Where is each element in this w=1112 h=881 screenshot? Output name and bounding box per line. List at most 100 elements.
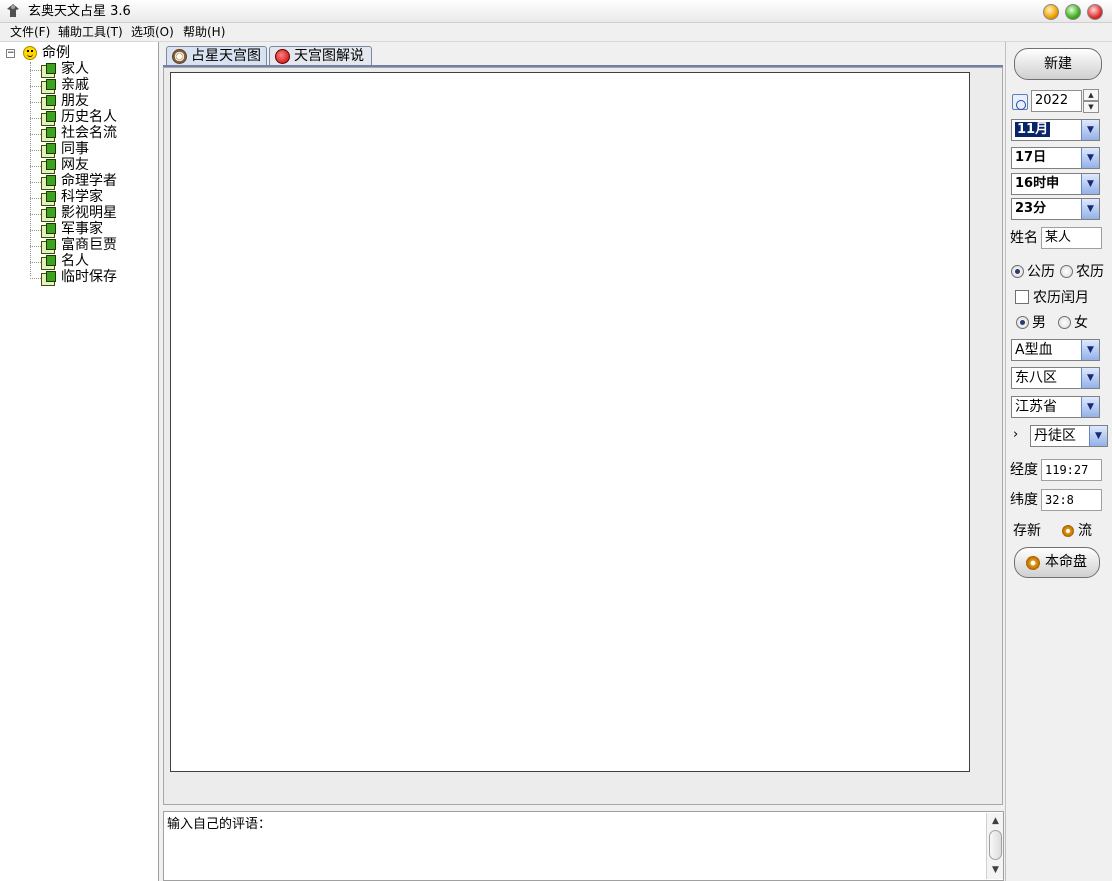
year-input[interactable]: 2022 [1031,90,1082,112]
tree-connector-line [30,278,41,279]
tree-connector-line [30,182,41,183]
province-value: 江苏省 [1015,399,1057,415]
province-select[interactable]: 江苏省 ▼ [1011,396,1100,418]
tree-item-label: 家人 [61,61,89,77]
natal-chart-label: 本命盘 [1045,554,1087,570]
timezone-value: 东八区 [1015,370,1057,386]
menu-options[interactable]: 选项(O) [131,24,174,41]
collapse-icon[interactable]: − [6,49,15,58]
name-label: 姓名 [1010,230,1038,246]
chevron-down-icon[interactable]: ▼ [1081,120,1099,140]
folder-icon [41,207,56,222]
tree-item-label: 命理学者 [61,173,117,189]
gear-icon [1062,525,1074,537]
month-value: 11月 [1013,121,1052,138]
tree-root-label: 命例 [42,45,70,61]
solar-calendar-radio[interactable] [1011,265,1024,278]
chevron-down-icon[interactable]: ▼ [1081,174,1099,194]
folder-icon [41,271,56,286]
tree-item-label: 网友 [61,157,89,173]
tab-chart-interpretation[interactable]: 天宫图解说 [269,46,372,66]
male-radio[interactable] [1016,316,1029,329]
blood-type-select[interactable]: A型血 ▼ [1011,339,1100,361]
lunar-calendar-radio[interactable] [1060,265,1073,278]
longitude-input[interactable]: 119:27 [1041,459,1102,481]
tree-connector-line [30,70,41,71]
tree-item-label: 历史名人 [61,109,117,125]
tree-connector-line [30,62,31,276]
tab-label: 占星天宫图 [191,48,261,64]
chevron-down-icon[interactable]: ▼ [1081,397,1099,417]
tab-horoscope-chart[interactable]: 占星天宫图 [166,46,267,66]
menu-file[interactable]: 文件(F) [10,24,50,41]
district-select[interactable]: 丹徒区 ▼ [1030,425,1108,447]
tree-item-label: 社会名流 [61,125,117,141]
window-title: 玄奥天文占星 3.6 [28,4,131,19]
folder-icon [41,127,56,142]
chevron-down-icon[interactable]: ▼ [1081,340,1099,360]
tree-item-label: 同事 [61,141,89,157]
hour-select[interactable]: 16时申 ▼ [1011,173,1100,195]
tree-item-label: 富商巨贾 [61,237,117,253]
tree-connector-line [30,118,41,119]
chevron-down-icon[interactable]: ▼ [1081,199,1099,219]
tree-connector-line [30,102,41,103]
female-radio[interactable] [1058,316,1071,329]
calendar-icon[interactable] [1012,94,1028,110]
leap-month-checkbox[interactable] [1015,290,1029,304]
folder-icon [41,239,56,254]
menu-help[interactable]: 帮助(H) [183,24,225,41]
chevron-down-icon[interactable]: ▼ [1081,368,1099,388]
tree-connector-line [30,134,41,135]
chevron-down-icon[interactable]: ▼ [1089,426,1107,446]
new-button[interactable]: 新建 [1014,48,1102,80]
menu-bar: 文件(F) 辅助工具(T) 选项(O) 帮助(H) [0,23,1112,42]
horoscope-canvas[interactable] [170,72,970,772]
maximize-button[interactable] [1065,4,1081,20]
day-select[interactable]: 17日 ▼ [1011,147,1100,169]
tree-item-label: 影视明星 [61,205,117,221]
comment-textarea[interactable]: 输入自己的评语： ▲ ▼ [163,811,1004,881]
tab-strip: 占星天宫图 天宫图解说 [163,44,1003,66]
year-spinner[interactable]: ▲ ▼ [1083,89,1099,113]
flow-link[interactable]: 流 [1078,522,1092,540]
timezone-select[interactable]: 东八区 ▼ [1011,367,1100,389]
tree-connector-line [30,246,41,247]
folder-icon [41,175,56,190]
menu-tools[interactable]: 辅助工具(T) [58,24,123,41]
latitude-input[interactable]: 32:8 [1041,489,1102,511]
natal-chart-button[interactable]: 本命盘 [1014,547,1100,578]
save-new-link[interactable]: 存新 [1013,522,1041,540]
month-select[interactable]: 11月 ▼ [1011,119,1100,141]
folder-icon [41,255,56,270]
tab-label: 天宫图解说 [294,48,364,64]
name-input[interactable]: 某人 [1041,227,1102,249]
folder-icon [41,159,56,174]
lunar-calendar-label: 农历 [1076,264,1104,280]
tree-connector-line [30,214,41,215]
title-bar: 玄奥天文占星 3.6 [0,0,1112,23]
tree-connector-line [30,262,41,263]
gear-icon [1026,556,1040,570]
minute-value: 23分 [1015,201,1047,216]
close-button[interactable] [1087,4,1103,20]
minimize-button[interactable] [1043,4,1059,20]
tree-item-label: 亲戚 [61,77,89,93]
folder-icon [41,191,56,206]
app-icon [7,4,19,17]
tree-item-label: 名人 [61,253,89,269]
scroll-thumb[interactable] [989,830,1002,860]
comment-scrollbar[interactable]: ▲ ▼ [986,813,1003,879]
scroll-up-icon[interactable]: ▲ [987,814,1004,828]
spin-down-icon[interactable]: ▼ [1083,101,1099,113]
tree-item-label: 临时保存 [61,269,117,285]
tree-item-label: 科学家 [61,189,103,205]
scroll-down-icon[interactable]: ▼ [987,863,1004,877]
spin-up-icon[interactable]: ▲ [1083,89,1099,101]
folder-icon [41,79,56,94]
minute-select[interactable]: 23分 ▼ [1011,198,1100,220]
chevron-down-icon[interactable]: ▼ [1081,148,1099,168]
leap-month-label: 农历闰月 [1033,290,1089,306]
smiley-icon [23,46,37,60]
folder-icon [41,95,56,110]
